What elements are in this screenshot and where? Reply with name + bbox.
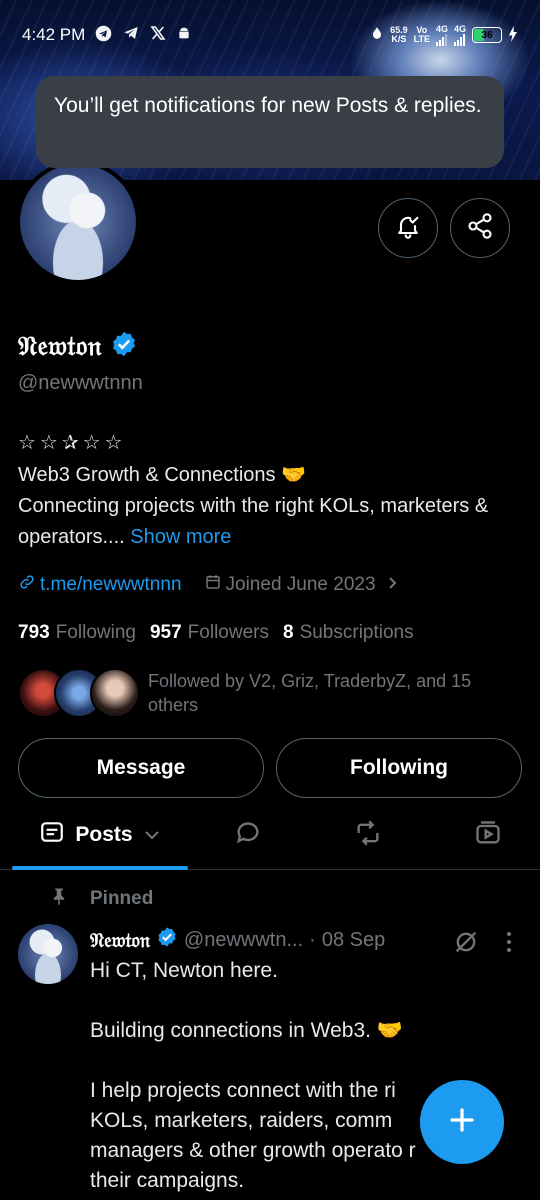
media-icon — [474, 819, 502, 852]
subscriptions-label: Subscriptions — [299, 622, 414, 643]
post-date[interactable]: 08 Sep — [322, 929, 385, 952]
share-icon — [466, 212, 494, 245]
profile-avatar[interactable] — [16, 160, 140, 284]
post-author-handle: @newwwtn... — [183, 928, 304, 951]
post-author-name[interactable]: 𝔑𝔢𝔴𝔱𝔬𝔫 — [90, 928, 150, 952]
following-button[interactable]: Following — [276, 738, 522, 798]
speed-unit: K/S — [391, 34, 407, 44]
tab-posts-label: Posts — [75, 823, 133, 846]
bio-line-2: Connecting projects with the right KOLs,… — [18, 491, 528, 553]
volte-bottom: LTE — [413, 34, 430, 44]
tab-posts[interactable]: Posts — [12, 800, 188, 870]
notification-toast: You’ll get notifications for new Posts &… — [36, 76, 504, 168]
volte-indicator: Vo LTE — [414, 26, 430, 44]
battery-indicator: 36 — [472, 27, 502, 43]
posts-icon — [39, 819, 65, 851]
status-time: 4:42 PM — [22, 25, 86, 44]
android-icon — [176, 25, 192, 45]
pinned-label-row: Pinned — [50, 886, 153, 912]
status-bar: 4:42 PM 65.9 K/S Vo LTE 4G 4G 36 — [0, 0, 540, 70]
following-button-label: Following — [350, 756, 448, 779]
tab-replies[interactable] — [200, 800, 296, 870]
website-text: t.me/newwwtnnn — [40, 574, 182, 595]
repost-icon — [353, 819, 383, 852]
battery-percent: 36 — [481, 29, 493, 41]
active-tab-indicator — [12, 866, 188, 870]
signal-sim1: 4G — [435, 23, 448, 46]
message-button-label: Message — [96, 756, 186, 779]
profile-handle: @newwwtnnn — [18, 372, 143, 394]
joined-date[interactable]: Joined June 2023 — [204, 573, 398, 597]
post-header: 𝔑𝔢𝔴𝔱𝔬𝔫 @newwwtn... · 08 Sep — [90, 926, 385, 954]
subscriptions-count: 8 — [282, 622, 294, 643]
verified-badge-icon — [156, 926, 178, 954]
pin-icon — [50, 886, 68, 912]
calendar-icon — [204, 573, 222, 597]
chevron-down-icon — [143, 823, 161, 847]
followers-stat[interactable]: 957 Followers — [150, 622, 269, 644]
post-separator: · — [309, 928, 316, 951]
profile-stats: 793 Following 957 Followers 8 Subscriptions — [18, 622, 414, 644]
verified-badge-icon[interactable] — [110, 330, 138, 363]
profile-meta: t.me/newwwtnnn Joined June 2023 — [18, 573, 398, 597]
following-label: Following — [55, 622, 136, 643]
toast-message: You’ll get notifications for new Posts &… — [54, 94, 482, 117]
followers-count: 957 — [149, 622, 182, 643]
bell-check-icon — [394, 212, 422, 245]
followed-by-row[interactable]: Followed by V2, Griz, TraderbyZ, and 15 … — [18, 668, 518, 718]
profile-bio: Web3 Growth & Connections 🤝 Connecting p… — [18, 460, 528, 553]
network-type-2: 4G — [453, 23, 466, 34]
message-button[interactable]: Message — [18, 738, 264, 798]
network-speed: 65.9 K/S — [390, 26, 408, 44]
bio-line-1: Web3 Growth & Connections 🤝 — [18, 464, 306, 486]
following-count: 793 — [18, 622, 50, 643]
bio-line-2-text: Connecting projects with the right KOLs,… — [18, 495, 489, 548]
reply-icon — [234, 819, 262, 852]
tab-reposts[interactable] — [320, 800, 416, 870]
profile-website-link[interactable]: t.me/newwwtnnn — [18, 573, 182, 597]
network-type-1: 4G — [435, 23, 448, 34]
pinned-label: Pinned — [90, 888, 154, 909]
bio-stars: ☆☆✰☆☆ — [18, 432, 127, 454]
tab-media[interactable] — [440, 800, 536, 870]
share-profile-button[interactable] — [450, 198, 510, 258]
avatar — [90, 668, 140, 718]
more-icon[interactable] — [502, 930, 516, 959]
send-icon — [122, 25, 140, 45]
display-name: 𝔑𝔢𝔴𝔱𝔬𝔫 — [18, 330, 102, 362]
x-logo-icon — [150, 25, 166, 45]
profile-tabs: Posts — [0, 800, 540, 870]
telegram-icon — [95, 25, 112, 46]
compose-plus-icon — [447, 1105, 477, 1140]
followers-label: Followers — [187, 622, 269, 643]
post-author-avatar[interactable] — [18, 924, 78, 984]
following-stat[interactable]: 793 Following — [18, 622, 136, 644]
subscriptions-stat[interactable]: 8 Subscriptions — [283, 622, 414, 644]
followed-by-text: Followed by V2, Griz, TraderbyZ, and 15 … — [148, 671, 472, 715]
chevron-right-icon — [386, 574, 398, 596]
drop-icon — [370, 25, 384, 46]
compose-button[interactable] — [420, 1080, 504, 1164]
joined-text: Joined June 2023 — [225, 574, 376, 595]
signal-sim2: 4G — [453, 23, 466, 46]
link-icon — [18, 573, 36, 597]
notification-bell-button[interactable] — [378, 198, 438, 258]
mutual-avatars — [18, 668, 140, 718]
show-more-link[interactable]: Show more — [130, 526, 231, 548]
lightning-icon — [508, 25, 518, 45]
profile-name-row: 𝔑𝔢𝔴𝔱𝔬𝔫 — [18, 330, 138, 363]
